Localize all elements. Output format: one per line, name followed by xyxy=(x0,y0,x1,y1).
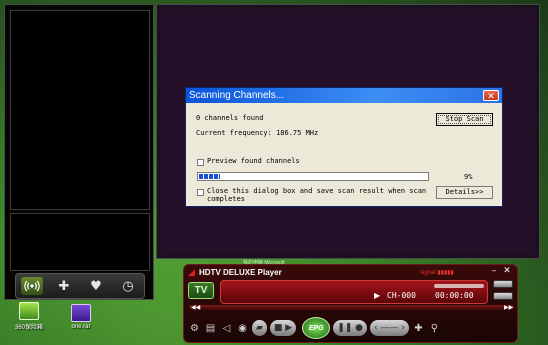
stop-scan-button[interactable]: Stop Scan xyxy=(436,113,493,126)
preview-channels-checkbox[interactable] xyxy=(197,159,204,166)
close-dialog-label-line2: completes xyxy=(207,195,245,203)
channel-number-text: CH-000 xyxy=(387,291,416,300)
stop-button[interactable]: ■ ▶ xyxy=(269,320,297,336)
channel-list[interactable] xyxy=(10,10,150,210)
broadcast-icon-svg xyxy=(24,280,40,292)
side-toolbar: ✚ ♥ ◷ xyxy=(15,273,145,299)
mute-icon[interactable]: ◁ xyxy=(220,322,233,335)
archive-icon xyxy=(71,304,91,322)
channels-found-text: 0 channels found xyxy=(196,114,264,122)
settings-icon[interactable]: ⚙ xyxy=(188,322,201,335)
scan-channels-dialog: Scanning Channels... ✕ 0 channels found … xyxy=(185,87,503,207)
minimize-button[interactable]: – xyxy=(489,266,499,276)
add-channel-icon[interactable]: ✚ xyxy=(412,322,425,335)
desktop-icon-360-safe[interactable]: 360保险箱 xyxy=(4,302,54,331)
player-logo-icon: ◢ xyxy=(188,268,195,278)
close-dialog-label-line1: Close this dialog box and save scan resu… xyxy=(207,187,427,195)
close-dialog-checkbox[interactable] xyxy=(197,189,204,196)
desktop-icon-label: one.rar xyxy=(71,324,91,330)
pause-button[interactable]: ❚❚ ● xyxy=(333,320,368,336)
fast-forward-icon[interactable]: ▶▶ xyxy=(504,304,513,311)
open-folder-button[interactable]: ▰ xyxy=(252,320,267,336)
channel-prev-next-button[interactable]: ‹ —— › xyxy=(370,320,409,336)
eject-button[interactable] xyxy=(493,292,513,300)
fullscreen-button[interactable] xyxy=(493,280,513,288)
player-controller: ◢ HDTV DELUXE Player signal ▮▮▮▮▮ – ✕ TV… xyxy=(183,264,518,343)
desktop-icon-label: 360保险箱 xyxy=(14,325,43,331)
broadcast-icon[interactable] xyxy=(21,277,43,295)
close-dialog-label: Close this dialog box and save scan resu… xyxy=(207,187,426,203)
playback-controls: ⚙ ▤ ◁ ◉ ▰ ■ ▶ EPG ❚❚ ● ‹ —— › ✚ ⚲ xyxy=(188,315,514,341)
elapsed-time-text: 00:00:00 xyxy=(435,291,474,300)
dialog-title: Scanning Channels... xyxy=(186,88,502,103)
scan-progress-fill xyxy=(199,174,220,179)
safe-box-icon xyxy=(19,302,39,320)
preview-channels-label: Preview found channels xyxy=(207,157,300,165)
volume-slider[interactable] xyxy=(434,284,484,288)
player-title: HDTV DELUXE Player xyxy=(199,268,282,277)
seek-bar[interactable] xyxy=(189,305,514,310)
player-display-panel: ▶ CH-000 00:00:00 xyxy=(220,280,488,304)
heart-icon[interactable]: ♥ xyxy=(85,277,107,295)
record-icon[interactable]: ◉ xyxy=(236,322,249,335)
subtitle-icon[interactable]: ▤ xyxy=(204,322,217,335)
close-icon[interactable]: ✕ xyxy=(483,90,499,101)
scan-percent-text: 9% xyxy=(464,173,473,181)
rewind-icon[interactable]: ◀◀ xyxy=(191,304,200,311)
channel-info-panel xyxy=(10,213,150,271)
scan-progress-bar xyxy=(197,172,429,181)
epg-button[interactable]: EPG xyxy=(302,317,331,339)
signal-strength-indicator: signal ▮▮▮▮▮ xyxy=(420,270,454,276)
play-indicator-icon: ▶ xyxy=(374,291,381,300)
clock-icon[interactable]: ◷ xyxy=(117,277,139,295)
current-frequency-text: Current frequency: 186.75 MHz xyxy=(196,129,319,137)
puzzle-icon[interactable]: ✚ xyxy=(53,277,75,295)
details-button[interactable]: Details>> xyxy=(436,186,493,199)
tv-mode-button[interactable]: TV xyxy=(188,282,214,299)
close-button[interactable]: ✕ xyxy=(502,266,512,276)
desktop-icon-one-rar[interactable]: one.rar xyxy=(56,304,106,330)
search-icon[interactable]: ⚲ xyxy=(428,322,441,335)
channel-side-panel: ✚ ♥ ◷ xyxy=(4,4,154,300)
